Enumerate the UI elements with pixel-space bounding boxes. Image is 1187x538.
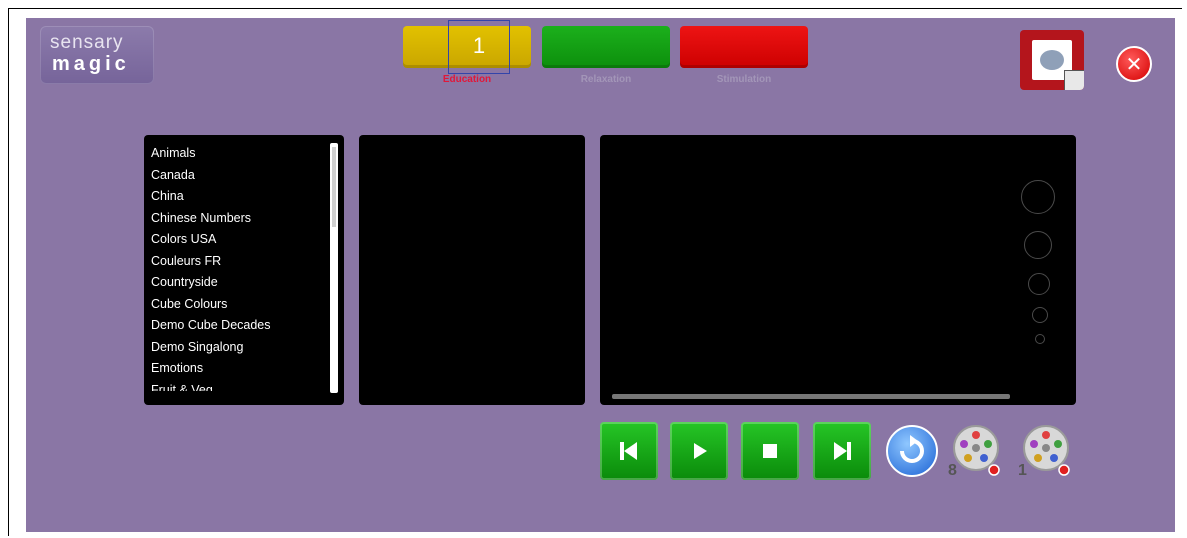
app-area: sensary magic Education Relaxation Stimu… — [26, 18, 1175, 532]
preview-panel — [359, 135, 585, 405]
film-reel-icon[interactable]: 8 — [948, 424, 1002, 480]
playlist-scroll-thumb[interactable] — [332, 147, 336, 227]
relaxation-mode-button[interactable] — [542, 26, 670, 68]
skip-previous-icon — [620, 442, 637, 460]
list-item[interactable]: Cube Colours — [151, 294, 327, 316]
stop-button[interactable] — [741, 422, 799, 480]
stimulation-mode-label: Stimulation — [716, 74, 772, 85]
skip-next-icon — [834, 442, 851, 460]
playlist-panel: Animals Canada China Chinese Numbers Col… — [144, 135, 344, 405]
list-item[interactable]: China — [151, 186, 327, 208]
repeat-icon[interactable] — [886, 425, 938, 477]
list-item[interactable]: Fruit & Veg — [151, 380, 327, 392]
bubble-indicator — [1035, 334, 1045, 344]
reel-count-badge: 8 — [948, 462, 957, 479]
stop-icon — [763, 444, 777, 458]
list-item[interactable]: Colors USA — [151, 229, 327, 251]
list-item[interactable]: Demo Cube Decades — [151, 315, 327, 337]
list-item[interactable]: Chinese Numbers — [151, 208, 327, 230]
video-display-panel — [600, 135, 1076, 405]
bubble-indicator — [1024, 231, 1052, 259]
progress-bar[interactable] — [612, 394, 1010, 399]
reel-count-badge: 1 — [1018, 462, 1027, 479]
bubble-indicator — [1021, 180, 1055, 214]
list-item[interactable]: Couleurs FR — [151, 251, 327, 273]
annotation-marker: 1 — [448, 20, 510, 74]
logo-line-1: sensary — [50, 32, 124, 53]
list-item[interactable]: Canada — [151, 165, 327, 187]
next-button[interactable] — [813, 422, 871, 480]
logo-line-2: magic — [52, 53, 130, 75]
stimulation-mode-button[interactable] — [680, 26, 808, 68]
relaxation-mode-label: Relaxation — [580, 74, 632, 85]
list-item[interactable]: Demo Singalong — [151, 337, 327, 359]
bubble-indicator — [1032, 307, 1048, 323]
play-icon — [694, 443, 707, 459]
close-icon[interactable]: ✕ — [1116, 46, 1152, 82]
bubble-indicator — [1028, 273, 1050, 295]
playlist: Animals Canada China Chinese Numbers Col… — [151, 143, 327, 391]
film-reel-icon[interactable]: 1 — [1018, 424, 1072, 480]
previous-button[interactable] — [600, 422, 658, 480]
theatre-edit-icon[interactable] — [1020, 30, 1084, 90]
education-mode-label: Education — [442, 74, 492, 85]
list-item[interactable]: Countryside — [151, 272, 327, 294]
list-item[interactable]: Emotions — [151, 358, 327, 380]
play-button[interactable] — [670, 422, 728, 480]
list-item[interactable]: Animals — [151, 143, 327, 165]
sensory-magic-logo: sensary magic — [40, 26, 154, 84]
